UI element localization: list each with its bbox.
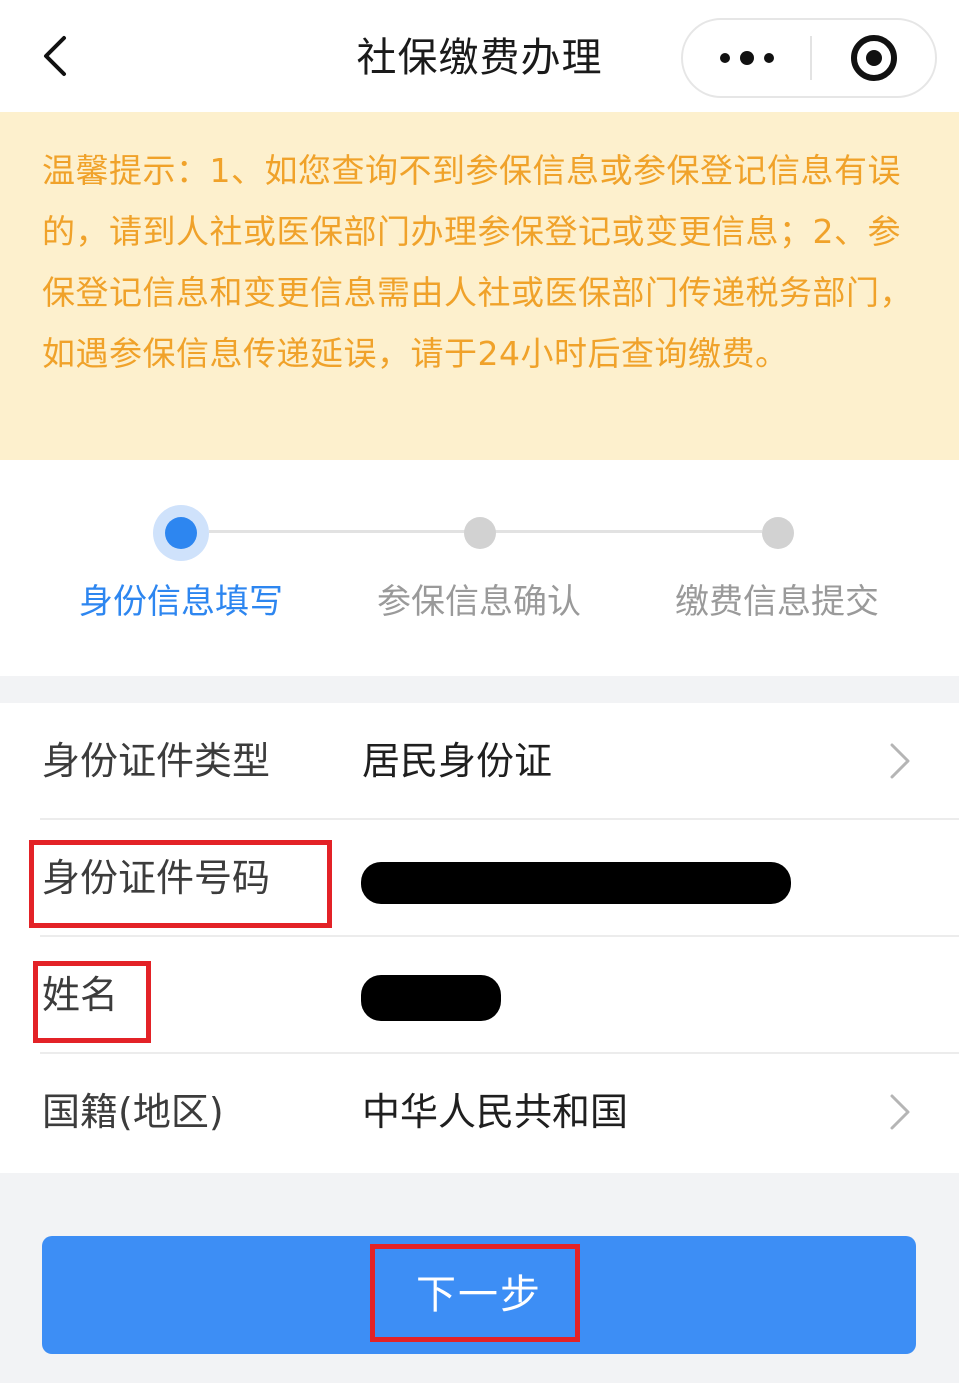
id-type-value[interactable]: 居民身份证: [362, 703, 552, 820]
nationality-row[interactable]: 国籍(地区) 中华人民共和国: [0, 1054, 959, 1171]
step-label-identity: 身份信息填写: [79, 582, 283, 622]
mini-program-capsule: [681, 18, 937, 98]
nationality-value[interactable]: 中华人民共和国: [362, 1054, 628, 1171]
highlight-box-name: [33, 961, 151, 1043]
nav-bar: 社保缴费办理: [0, 0, 959, 112]
id-type-label: 身份证件类型: [42, 739, 271, 783]
nationality-label: 国籍(地区): [42, 1090, 224, 1134]
name-input-redacted[interactable]: [361, 975, 501, 1021]
id-number-input-redacted[interactable]: [361, 862, 791, 904]
step-connector: [495, 530, 762, 533]
chevron-right-icon: [890, 743, 910, 779]
step-indicator-active: [153, 505, 209, 561]
step-indicator: [762, 517, 794, 549]
chevron-right-icon: [890, 1094, 910, 1130]
notice-banner: 温馨提示：1、如您查询不到参保信息或参保登记信息有误的，请到人社或医保部门办理参…: [0, 112, 959, 460]
id-type-row[interactable]: 身份证件类型 居民身份证: [0, 703, 959, 820]
step-connector: [209, 530, 465, 533]
close-mini-program-button[interactable]: [812, 20, 935, 96]
step-indicator: [464, 517, 496, 549]
progress-steps: [0, 460, 959, 676]
step-label-submit: 缴费信息提交: [675, 582, 879, 622]
step-label-confirm: 参保信息确认: [377, 582, 581, 622]
highlight-box-id-number: [29, 840, 332, 928]
identity-form: 身份证件类型 居民身份证 身份证件号码 姓名 国籍(地区) 中华人民共和国: [0, 703, 959, 1173]
more-button[interactable]: [683, 20, 810, 96]
highlight-box-next: [370, 1244, 580, 1342]
more-dots-icon: [719, 53, 730, 63]
notice-text: 温馨提示：1、如您查询不到参保信息或参保登记信息有误的，请到人社或医保部门办理参…: [42, 151, 913, 373]
target-close-icon: [850, 35, 897, 81]
